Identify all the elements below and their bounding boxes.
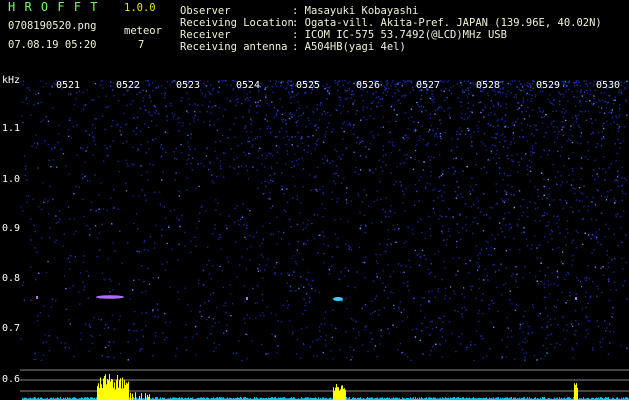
time-tick-0524: 0524 xyxy=(236,80,261,91)
spectrogram xyxy=(20,80,629,400)
time-tick-0525: 0525 xyxy=(296,80,321,91)
meteor-echo-5 xyxy=(575,297,577,300)
y-tick-1-1: 1.1 xyxy=(2,123,21,134)
y-tick-0-7: 0.7 xyxy=(2,323,21,334)
signal-level-bars xyxy=(22,374,629,400)
hroff-window: H R O F F T 1.0.0 0708190520.png 07.08.1… xyxy=(0,0,629,400)
time-tick-0522: 0522 xyxy=(116,80,141,91)
time-tick-0528: 0528 xyxy=(476,80,501,91)
time-tick-0527: 0527 xyxy=(416,80,441,91)
y-axis-unit: kHz xyxy=(2,75,21,86)
time-tick-0529: 0529 xyxy=(536,80,561,91)
y-tick-0-6: 0.6 xyxy=(2,374,21,385)
meteor-echo-4 xyxy=(246,297,248,300)
noise-field xyxy=(20,80,628,362)
time-tick-0521: 0521 xyxy=(56,80,81,91)
meteor-echo-3 xyxy=(36,296,38,299)
time-tick-0530: 0530 xyxy=(596,80,621,91)
y-tick-0-8: 0.8 xyxy=(2,273,21,284)
meteor-echo-1 xyxy=(96,295,124,299)
y-tick-0-9: 0.9 xyxy=(2,223,21,234)
meteor-echo-2 xyxy=(333,297,343,301)
y-tick-1-0: 1.0 xyxy=(2,174,21,185)
time-tick-0523: 0523 xyxy=(176,80,201,91)
time-tick-0526: 0526 xyxy=(356,80,381,91)
